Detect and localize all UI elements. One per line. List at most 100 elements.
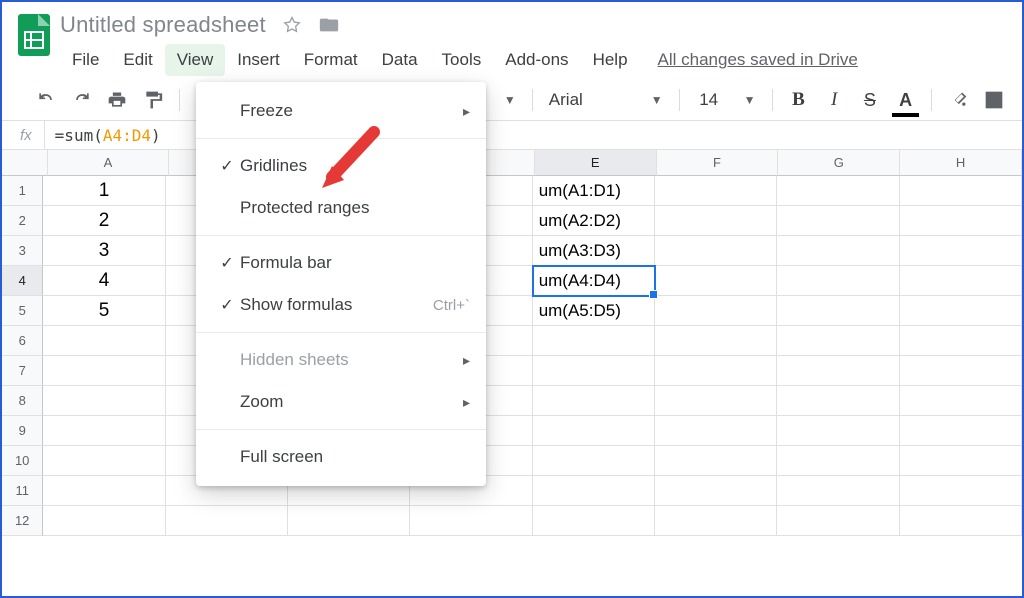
save-status[interactable]: All changes saved in Drive xyxy=(658,44,858,76)
col-header-F[interactable]: F xyxy=(657,150,779,176)
cell-E1[interactable]: um(A1:D1) xyxy=(533,176,655,206)
cell-F9[interactable] xyxy=(655,416,777,446)
paint-format-icon[interactable] xyxy=(139,86,167,114)
cell-E9[interactable] xyxy=(533,416,655,446)
cell-F2[interactable] xyxy=(655,206,777,236)
cell-G10[interactable] xyxy=(777,446,899,476)
cell-G11[interactable] xyxy=(777,476,899,506)
view-menu-full-screen[interactable]: Full screen xyxy=(196,436,486,478)
menu-format[interactable]: Format xyxy=(292,44,370,76)
cell-B12[interactable] xyxy=(166,506,288,536)
cell-F8[interactable] xyxy=(655,386,777,416)
fill-color-button[interactable] xyxy=(944,86,972,114)
font-size-dropdown[interactable]: 14▼ xyxy=(692,88,760,112)
cell-A5[interactable]: 5 xyxy=(43,296,165,326)
view-menu-show-formulas[interactable]: ✓Show formulasCtrl+` xyxy=(196,284,486,326)
cell-H6[interactable] xyxy=(900,326,1022,356)
cell-F4[interactable] xyxy=(655,266,777,296)
cell-A12[interactable] xyxy=(43,506,165,536)
row-header[interactable]: 8 xyxy=(2,386,43,416)
row-header[interactable]: 6 xyxy=(2,326,43,356)
cell-G6[interactable] xyxy=(777,326,899,356)
document-title[interactable]: Untitled spreadsheet xyxy=(60,12,266,38)
cell-A3[interactable]: 3 xyxy=(43,236,165,266)
view-menu-zoom[interactable]: Zoom▸ xyxy=(196,381,486,423)
cell-G7[interactable] xyxy=(777,356,899,386)
cell-H10[interactable] xyxy=(900,446,1022,476)
menu-file[interactable]: File xyxy=(60,44,111,76)
row-header[interactable]: 5 xyxy=(2,296,43,326)
folder-icon[interactable] xyxy=(318,14,340,36)
row-header[interactable]: 10 xyxy=(2,446,43,476)
cell-G8[interactable] xyxy=(777,386,899,416)
view-menu-gridlines[interactable]: ✓Gridlines xyxy=(196,145,486,187)
row-header[interactable]: 3 xyxy=(2,236,43,266)
menu-tools[interactable]: Tools xyxy=(430,44,494,76)
cell-A9[interactable] xyxy=(43,416,165,446)
row-header[interactable]: 9 xyxy=(2,416,43,446)
cell-F5[interactable] xyxy=(655,296,777,326)
cell-E5[interactable]: um(A5:D5) xyxy=(533,296,655,326)
menu-edit[interactable]: Edit xyxy=(111,44,164,76)
cell-A2[interactable]: 2 xyxy=(43,206,165,236)
row-header[interactable]: 1 xyxy=(2,176,43,206)
star-icon[interactable] xyxy=(282,15,302,35)
strikethrough-button[interactable]: S xyxy=(856,86,884,114)
cell-G1[interactable] xyxy=(777,176,899,206)
cell-A7[interactable] xyxy=(43,356,165,386)
cell-F12[interactable] xyxy=(655,506,777,536)
italic-button[interactable]: I xyxy=(820,86,848,114)
sheets-logo-icon[interactable] xyxy=(14,12,54,66)
menu-addons[interactable]: Add-ons xyxy=(493,44,580,76)
font-family-dropdown[interactable]: Arial▼ xyxy=(545,88,667,112)
cell-C12[interactable] xyxy=(288,506,410,536)
cell-E2[interactable]: um(A2:D2) xyxy=(533,206,655,236)
cell-E10[interactable] xyxy=(533,446,655,476)
cell-E3[interactable]: um(A3:D3) xyxy=(533,236,655,266)
view-menu-formula-bar[interactable]: ✓Formula bar xyxy=(196,242,486,284)
menu-view[interactable]: View xyxy=(165,44,226,76)
cell-A8[interactable] xyxy=(43,386,165,416)
cell-H9[interactable] xyxy=(900,416,1022,446)
cell-D12[interactable] xyxy=(410,506,532,536)
cell-A6[interactable] xyxy=(43,326,165,356)
cell-H1[interactable] xyxy=(900,176,1022,206)
text-color-button[interactable]: A xyxy=(892,86,920,114)
redo-icon[interactable] xyxy=(68,86,96,114)
cell-A1[interactable]: 1 xyxy=(43,176,165,206)
select-all-corner[interactable] xyxy=(2,150,48,176)
more-formats-dropdown[interactable]: ▼ xyxy=(500,91,520,109)
cell-H3[interactable] xyxy=(900,236,1022,266)
undo-icon[interactable] xyxy=(32,86,60,114)
row-header[interactable]: 2 xyxy=(2,206,43,236)
cell-F10[interactable] xyxy=(655,446,777,476)
menu-help[interactable]: Help xyxy=(581,44,640,76)
cell-G5[interactable] xyxy=(777,296,899,326)
cell-E11[interactable] xyxy=(533,476,655,506)
cell-F1[interactable] xyxy=(655,176,777,206)
cell-H2[interactable] xyxy=(900,206,1022,236)
bold-button[interactable]: B xyxy=(785,86,813,114)
col-header-H[interactable]: H xyxy=(900,150,1022,176)
cell-A4[interactable]: 4 xyxy=(43,266,165,296)
cell-E6[interactable] xyxy=(533,326,655,356)
menu-insert[interactable]: Insert xyxy=(225,44,292,76)
cell-F7[interactable] xyxy=(655,356,777,386)
cell-E8[interactable] xyxy=(533,386,655,416)
cell-A10[interactable] xyxy=(43,446,165,476)
col-header-G[interactable]: G xyxy=(778,150,900,176)
cell-H4[interactable] xyxy=(900,266,1022,296)
cell-G12[interactable] xyxy=(777,506,899,536)
cell-A11[interactable] xyxy=(43,476,165,506)
view-menu-protected-ranges[interactable]: Protected ranges xyxy=(196,187,486,229)
cell-G2[interactable] xyxy=(777,206,899,236)
borders-button[interactable] xyxy=(980,86,1008,114)
cell-H7[interactable] xyxy=(900,356,1022,386)
cell-G4[interactable] xyxy=(777,266,899,296)
print-icon[interactable] xyxy=(103,86,131,114)
cell-G9[interactable] xyxy=(777,416,899,446)
cell-E4[interactable]: um(A4:D4) xyxy=(533,266,655,296)
col-header-A[interactable]: A xyxy=(48,150,170,176)
cell-H11[interactable] xyxy=(900,476,1022,506)
row-header[interactable]: 12 xyxy=(2,506,43,536)
